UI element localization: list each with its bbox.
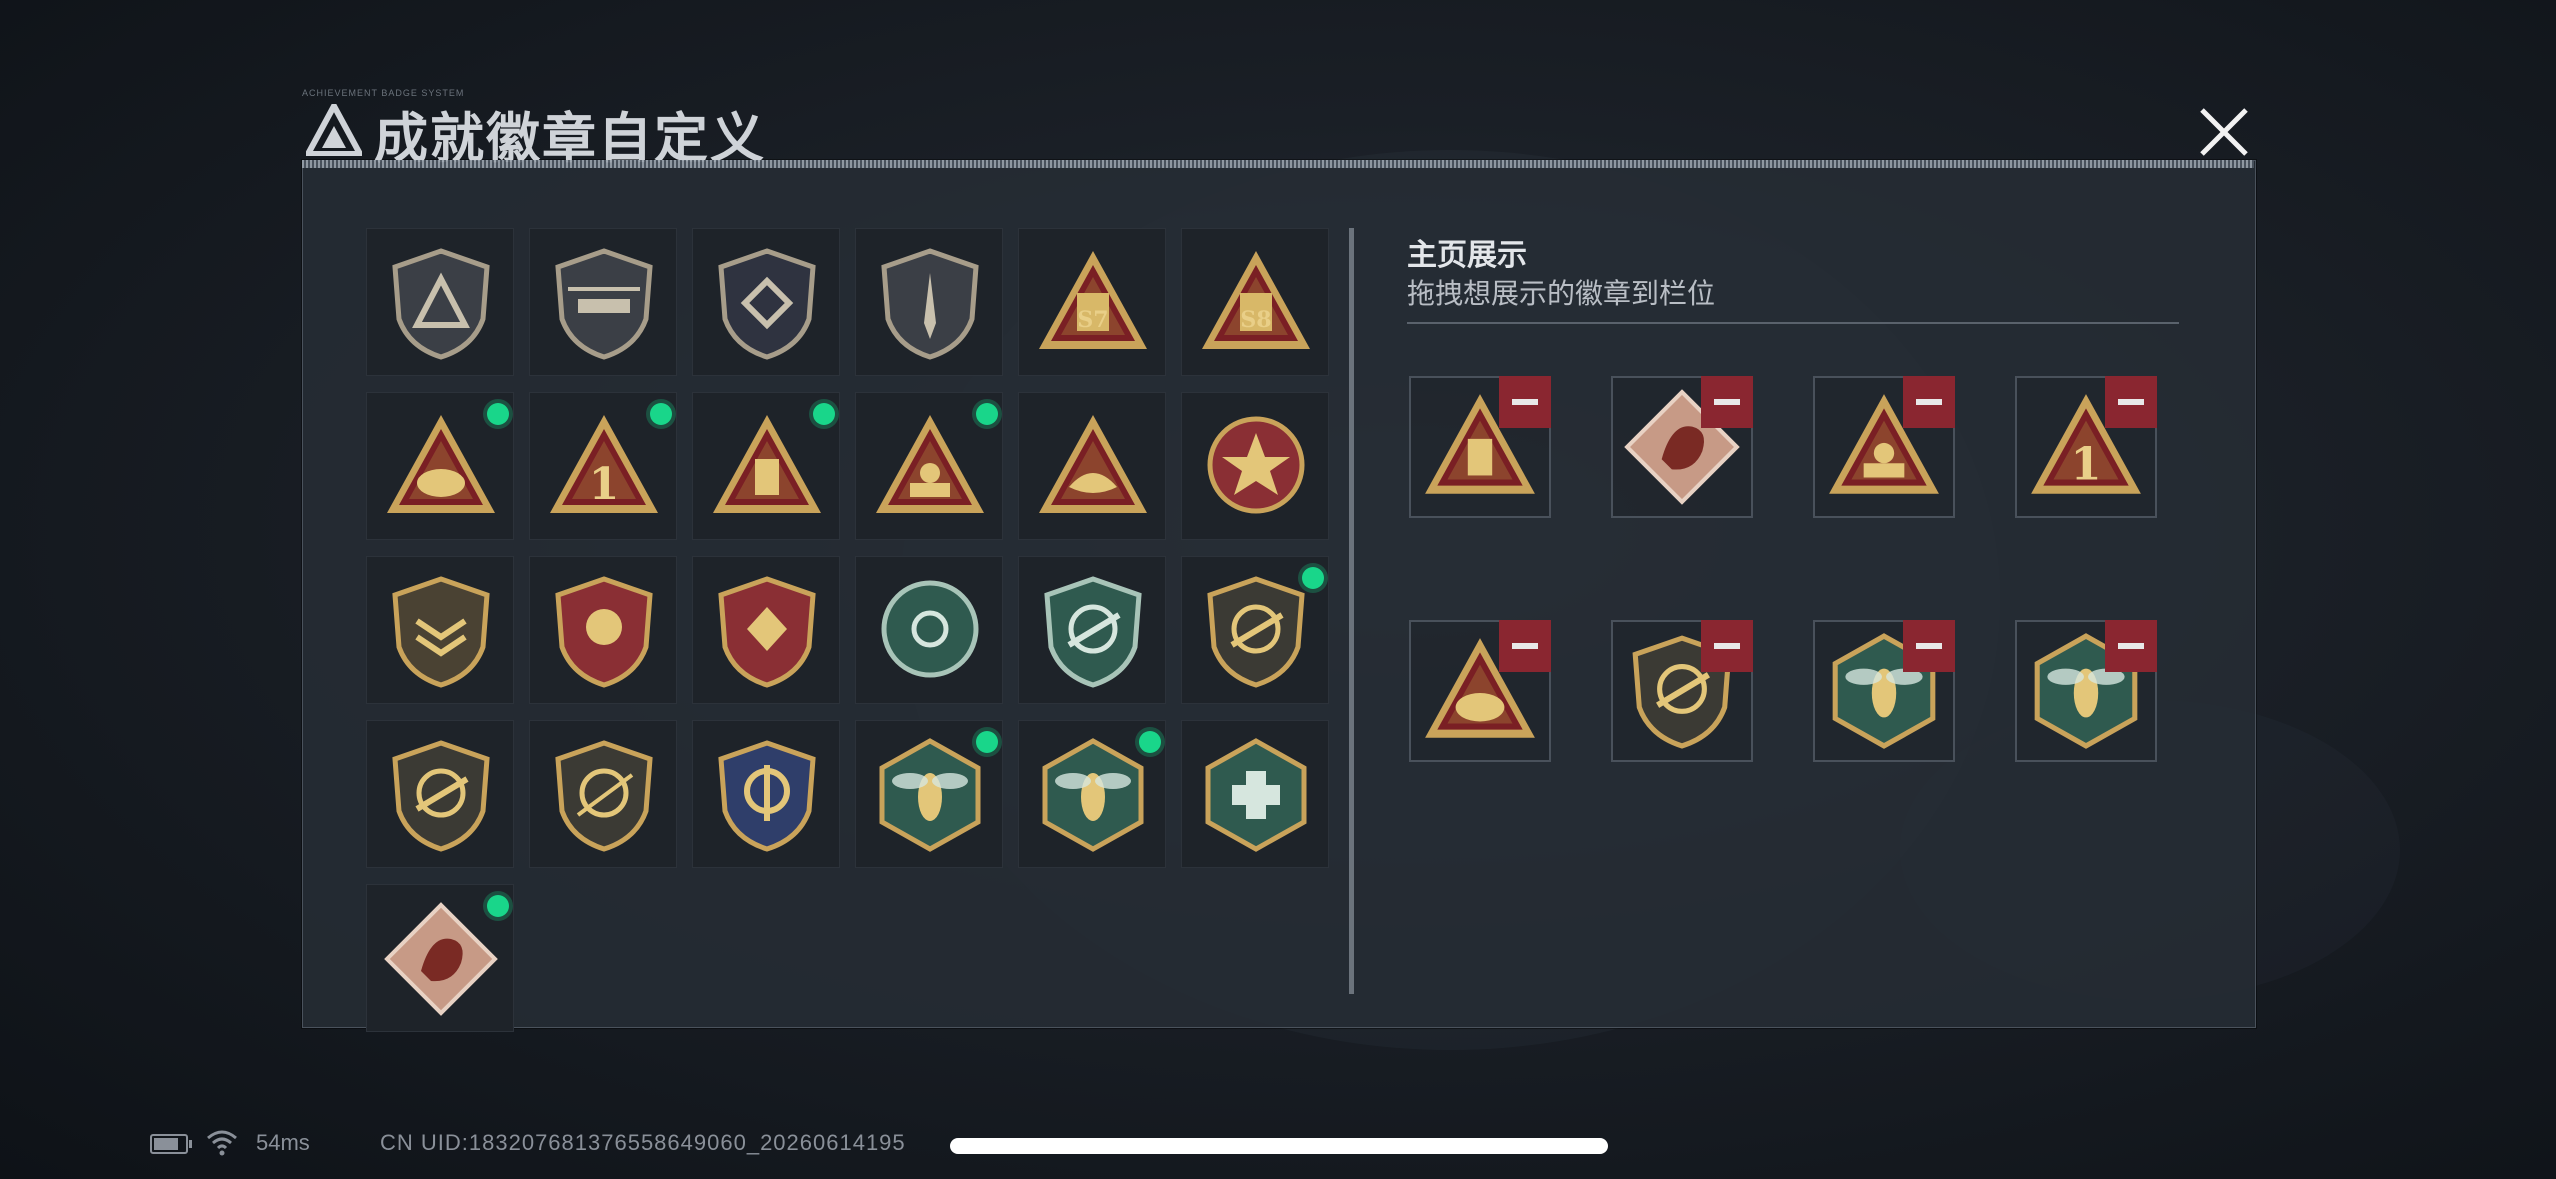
uid-text: CN UID:18320768137655864906​0_2026061419… bbox=[380, 1130, 906, 1155]
scrollbar[interactable] bbox=[1349, 228, 1354, 994]
latency-text: 54ms bbox=[256, 1130, 310, 1155]
fish-triangle-badge-icon bbox=[1039, 415, 1147, 513]
badge-cell[interactable] bbox=[1181, 556, 1329, 704]
badge-cell[interactable] bbox=[1181, 392, 1329, 540]
new-indicator-dot bbox=[976, 731, 998, 753]
badge-cell[interactable] bbox=[855, 392, 1003, 540]
rifle-crosshair-badge-icon bbox=[392, 740, 490, 852]
new-indicator-dot bbox=[487, 403, 509, 425]
minus-icon[interactable] bbox=[1701, 376, 1753, 428]
svg-text:1: 1 bbox=[589, 459, 620, 510]
dragon-diamond-badge-icon bbox=[384, 902, 498, 1016]
new-indicator-dot bbox=[487, 895, 509, 917]
helicopter-shield-badge-icon bbox=[555, 248, 653, 360]
showcase-slot[interactable] bbox=[1409, 376, 1551, 518]
dagger-shield-badge-icon bbox=[881, 248, 979, 360]
badge-cell[interactable] bbox=[366, 720, 514, 868]
badge-cell[interactable] bbox=[692, 720, 840, 868]
number-one-triangle-badge-icon: 1 bbox=[550, 415, 658, 513]
badge-cell[interactable] bbox=[529, 556, 677, 704]
green-target-badge-icon bbox=[881, 580, 979, 678]
badge-cell[interactable] bbox=[692, 556, 840, 704]
badge-cell[interactable] bbox=[1181, 720, 1329, 868]
badge-cell[interactable] bbox=[692, 228, 840, 376]
diamond-rank-badge-icon bbox=[718, 576, 816, 688]
badge-cell[interactable] bbox=[366, 884, 514, 1032]
anchor-crest-badge-icon bbox=[718, 740, 816, 852]
season-s8-triangle-badge-icon: S8 bbox=[1202, 251, 1310, 349]
home-indicator[interactable] bbox=[950, 1138, 1608, 1154]
chevron-rank-badge-icon bbox=[392, 576, 490, 688]
close-icon[interactable] bbox=[2194, 102, 2254, 162]
new-indicator-dot bbox=[1302, 567, 1324, 589]
new-indicator-dot bbox=[1139, 731, 1161, 753]
badge-collection-grid: S7 S8 1 bbox=[366, 228, 1329, 1032]
showcase-slot[interactable] bbox=[1813, 376, 1955, 518]
showcase-slot[interactable] bbox=[2015, 620, 2157, 762]
helmet-triangle-badge-icon bbox=[387, 415, 495, 513]
minus-icon[interactable] bbox=[1499, 376, 1551, 428]
minus-icon[interactable] bbox=[1903, 376, 1955, 428]
minus-icon[interactable] bbox=[1903, 620, 1955, 672]
sniper-crosshair-badge-icon bbox=[555, 740, 653, 852]
wasp-hexagon-badge-icon bbox=[1042, 738, 1144, 852]
badge-cell[interactable]: S7 bbox=[1018, 228, 1166, 376]
showcase-instruction: 拖拽想展示的徽章到栏位 bbox=[1407, 278, 1716, 309]
wifi-icon bbox=[207, 1130, 237, 1156]
showcase-slot[interactable] bbox=[1813, 620, 1955, 762]
minus-icon[interactable] bbox=[1701, 620, 1753, 672]
medic-hexagon-badge-icon bbox=[1205, 738, 1307, 852]
minus-icon[interactable] bbox=[2105, 376, 2157, 428]
minus-icon[interactable] bbox=[2105, 620, 2157, 672]
new-indicator-dot bbox=[976, 403, 998, 425]
showcase-slot[interactable]: 1 bbox=[2015, 376, 2157, 518]
badge-cell[interactable] bbox=[529, 720, 677, 868]
showcase-slot[interactable] bbox=[1611, 376, 1753, 518]
title-divider bbox=[302, 160, 2254, 168]
diamond-shield-badge-icon bbox=[718, 248, 816, 360]
star-medal-badge-icon bbox=[1207, 416, 1305, 514]
svg-text:S8: S8 bbox=[1240, 307, 1271, 333]
winged-rank-badge-icon bbox=[555, 576, 653, 688]
new-indicator-dot bbox=[650, 403, 672, 425]
badge-cell[interactable] bbox=[855, 556, 1003, 704]
shield-triangle-badge-icon bbox=[392, 248, 490, 360]
showcase-slot[interactable] bbox=[1611, 620, 1753, 762]
badge-cell[interactable] bbox=[855, 228, 1003, 376]
badge-cell[interactable] bbox=[366, 392, 514, 540]
badge-cell[interactable] bbox=[1018, 556, 1166, 704]
usb-triangle-badge-icon bbox=[713, 415, 821, 513]
showcase-divider bbox=[1407, 322, 2179, 324]
season-s7-triangle-badge-icon: S7 bbox=[1039, 251, 1147, 349]
badge-cell[interactable]: 1 bbox=[529, 392, 677, 540]
showcase-title: 主页展示 bbox=[1407, 239, 1527, 272]
badge-cell[interactable] bbox=[1018, 720, 1166, 868]
game-logo-icon bbox=[306, 104, 362, 156]
title-bar: ACHIEVEMENT BADGE SYSTEM 成就徽章自定义 bbox=[302, 88, 2254, 169]
badge-cell[interactable] bbox=[366, 228, 514, 376]
badge-cell[interactable] bbox=[529, 228, 677, 376]
showcase-slot[interactable] bbox=[1409, 620, 1551, 762]
badge-cell[interactable] bbox=[366, 556, 514, 704]
badge-cell[interactable] bbox=[692, 392, 840, 540]
new-indicator-dot bbox=[813, 403, 835, 425]
rifle-crosshair-badge-icon bbox=[1207, 576, 1305, 688]
green-rifle-crosshair-badge-icon bbox=[1044, 576, 1142, 688]
svg-text:S7: S7 bbox=[1077, 307, 1108, 333]
svg-text:1: 1 bbox=[2070, 438, 2101, 491]
badge-cell[interactable]: S8 bbox=[1181, 228, 1329, 376]
squad-triangle-badge-icon bbox=[876, 415, 984, 513]
minus-icon[interactable] bbox=[1499, 620, 1551, 672]
wasp-hexagon-badge-icon bbox=[879, 738, 981, 852]
battery-icon bbox=[150, 1134, 192, 1154]
badge-cell[interactable] bbox=[1018, 392, 1166, 540]
badge-cell[interactable] bbox=[855, 720, 1003, 868]
